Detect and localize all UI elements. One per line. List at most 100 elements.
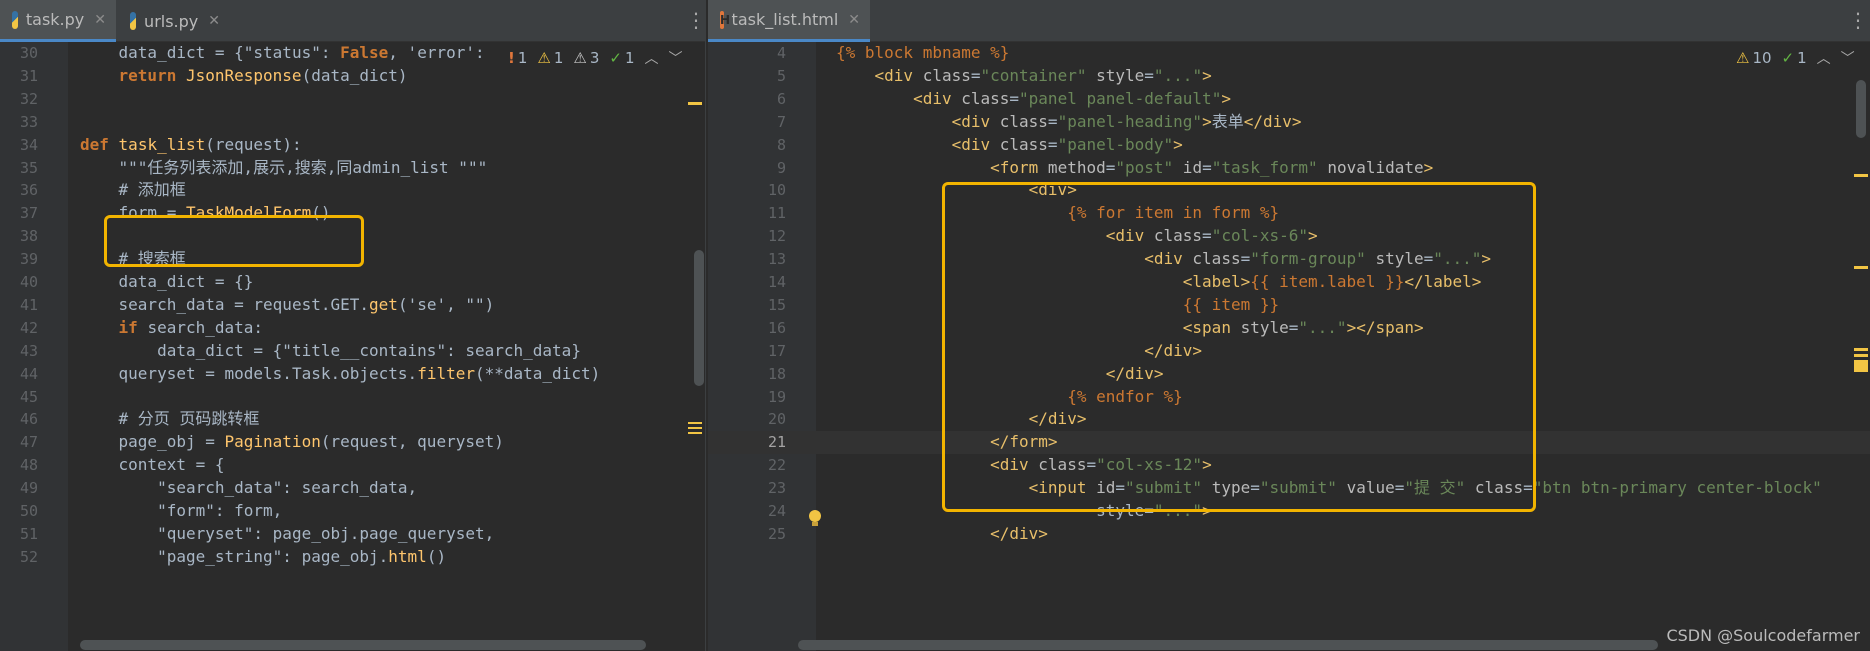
code-line[interactable]: 46 # 分页 页码跳转框	[0, 408, 705, 431]
code-line[interactable]: 35 """任务列表添加,展示,搜索,同admin_list """	[0, 157, 705, 180]
code-line[interactable]: 8 <div class="panel-body">	[708, 134, 1870, 157]
code-text[interactable]: # 添加框	[80, 179, 186, 202]
line-number[interactable]: 9	[708, 157, 786, 180]
code-line[interactable]: 45	[0, 386, 705, 409]
line-number[interactable]: 20	[708, 408, 786, 431]
code-text[interactable]: """任务列表添加,展示,搜索,同admin_list """	[80, 157, 488, 180]
code-text[interactable]: data_dict = {}	[80, 271, 254, 294]
line-number[interactable]: 45	[0, 386, 38, 409]
previous-highlight-icon[interactable]: ︿	[645, 48, 659, 68]
line-number[interactable]: 15	[708, 294, 786, 317]
line-number[interactable]: 43	[0, 340, 38, 363]
code-text[interactable]: page_obj = Pagination(request, queryset)	[80, 431, 504, 454]
close-icon[interactable]: ✕	[94, 12, 106, 28]
code-line[interactable]: 44 queryset = models.Task.objects.filter…	[0, 363, 705, 386]
code-line[interactable]: 36 # 添加框	[0, 179, 705, 202]
line-number[interactable]: 42	[0, 317, 38, 340]
warning-marker[interactable]	[688, 102, 702, 105]
code-line[interactable]: 52 "page_string": page_obj.html()	[0, 546, 705, 569]
code-line[interactable]: 42 if search_data:	[0, 317, 705, 340]
code-text[interactable]: if search_data:	[80, 317, 264, 340]
lightbulb-icon[interactable]	[808, 510, 822, 528]
warning-marker[interactable]	[1854, 360, 1868, 372]
code-line[interactable]: 9 <form method="post" id="task_form" nov…	[708, 157, 1870, 180]
code-text[interactable]: "queryset": page_obj.page_queryset,	[80, 523, 494, 546]
code-line[interactable]: 40 data_dict = {}	[0, 271, 705, 294]
line-number[interactable]: 24	[708, 500, 786, 523]
horizontal-scrollbar[interactable]	[80, 640, 646, 650]
line-number[interactable]: 33	[0, 111, 38, 134]
warning-marker[interactable]	[688, 422, 702, 424]
line-number[interactable]: 19	[708, 386, 786, 409]
more-options-icon[interactable]: ⋮	[1848, 10, 1868, 30]
code-text[interactable]: "search_data": search_data,	[80, 477, 417, 500]
code-text[interactable]: queryset = models.Task.objects.filter(**…	[80, 363, 601, 386]
warning-marker[interactable]	[1854, 348, 1868, 351]
line-number[interactable]: 51	[0, 523, 38, 546]
line-number[interactable]: 35	[0, 157, 38, 180]
code-text[interactable]: return JsonResponse(data_dict)	[80, 65, 408, 88]
close-icon[interactable]: ✕	[208, 13, 220, 29]
previous-highlight-icon[interactable]: ︿	[1817, 48, 1831, 68]
line-number[interactable]: 16	[708, 317, 786, 340]
code-text[interactable]: <form method="post" id="task_form" noval…	[836, 157, 1433, 180]
code-line[interactable]: 5 <div class="container" style="...">	[708, 65, 1870, 88]
line-number[interactable]: 4	[708, 42, 786, 65]
line-number[interactable]: 40	[0, 271, 38, 294]
code-line[interactable]: 51 "queryset": page_obj.page_queryset,	[0, 523, 705, 546]
line-number[interactable]: 18	[708, 363, 786, 386]
code-text[interactable]: search_data = request.GET.get('se', "")	[80, 294, 495, 317]
tab-task-py[interactable]: task.py ✕	[0, 0, 116, 42]
line-number[interactable]: 30	[0, 42, 38, 65]
line-number[interactable]: 14	[708, 271, 786, 294]
code-line[interactable]: 43 data_dict = {"title__contains": searc…	[0, 340, 705, 363]
code-line[interactable]: 34 def task_list(request):	[0, 134, 705, 157]
vertical-scrollbar[interactable]	[694, 250, 704, 386]
code-line[interactable]: 41 search_data = request.GET.get('se', "…	[0, 294, 705, 317]
code-text[interactable]: {% block mbname %}	[836, 42, 1009, 65]
code-text[interactable]: def task_list(request):	[80, 134, 302, 157]
warning-marker[interactable]	[1854, 354, 1868, 357]
code-line[interactable]: 7 <div class="panel-heading">表单</div>	[708, 111, 1870, 134]
inspection-widget[interactable]: ⚠ 10 ✓ 1 ︿ ﹀	[1736, 48, 1855, 68]
line-number[interactable]: 8	[708, 134, 786, 157]
line-number[interactable]: 13	[708, 248, 786, 271]
line-number[interactable]: 6	[708, 88, 786, 111]
code-line[interactable]: 4 {% block mbname %}	[708, 42, 1870, 65]
line-number[interactable]: 37	[0, 202, 38, 225]
close-icon[interactable]: ✕	[848, 12, 860, 28]
line-number[interactable]: 47	[0, 431, 38, 454]
line-number[interactable]: 38	[0, 225, 38, 248]
code-line[interactable]: 49 "search_data": search_data,	[0, 477, 705, 500]
warning-marker[interactable]	[1854, 174, 1868, 177]
warning-marker[interactable]	[1854, 266, 1868, 269]
line-number[interactable]: 36	[0, 179, 38, 202]
next-highlight-icon[interactable]: ﹀	[669, 48, 683, 68]
code-text[interactable]: <div class="panel panel-default">	[836, 88, 1231, 111]
code-text[interactable]: # 分页 页码跳转框	[80, 408, 260, 431]
line-number[interactable]: 39	[0, 248, 38, 271]
code-line[interactable]: 50 "form": form,	[0, 500, 705, 523]
inspection-widget[interactable]: ! 1 ⚠ 1 ⚠ 3 ✓ 1 ︿ ﹀	[508, 48, 683, 68]
warning-marker[interactable]	[688, 427, 702, 429]
code-line[interactable]: 33	[0, 111, 705, 134]
line-number[interactable]: 50	[0, 500, 38, 523]
line-number[interactable]: 31	[0, 65, 38, 88]
line-number[interactable]: 32	[0, 88, 38, 111]
code-text[interactable]: <div class="panel-body">	[836, 134, 1183, 157]
line-number[interactable]: 22	[708, 454, 786, 477]
python-code-editor[interactable]: 30 data_dict = {"status": False, 'error'…	[0, 42, 705, 651]
code-line[interactable]: 6 <div class="panel panel-default">	[708, 88, 1870, 111]
line-number[interactable]: 49	[0, 477, 38, 500]
code-text[interactable]: <div class="panel-heading">表单</div>	[836, 111, 1302, 134]
line-number[interactable]: 44	[0, 363, 38, 386]
line-number[interactable]: 41	[0, 294, 38, 317]
vertical-scrollbar[interactable]	[1856, 80, 1866, 138]
code-text[interactable]: "page_string": page_obj.html()	[80, 546, 446, 569]
more-options-icon[interactable]: ⋮	[686, 10, 705, 30]
code-text[interactable]: context = {	[80, 454, 225, 477]
line-number[interactable]: 52	[0, 546, 38, 569]
code-line[interactable]: 31 return JsonResponse(data_dict)	[0, 65, 705, 88]
warning-marker[interactable]	[688, 432, 702, 434]
code-line[interactable]: 47 page_obj = Pagination(request, querys…	[0, 431, 705, 454]
